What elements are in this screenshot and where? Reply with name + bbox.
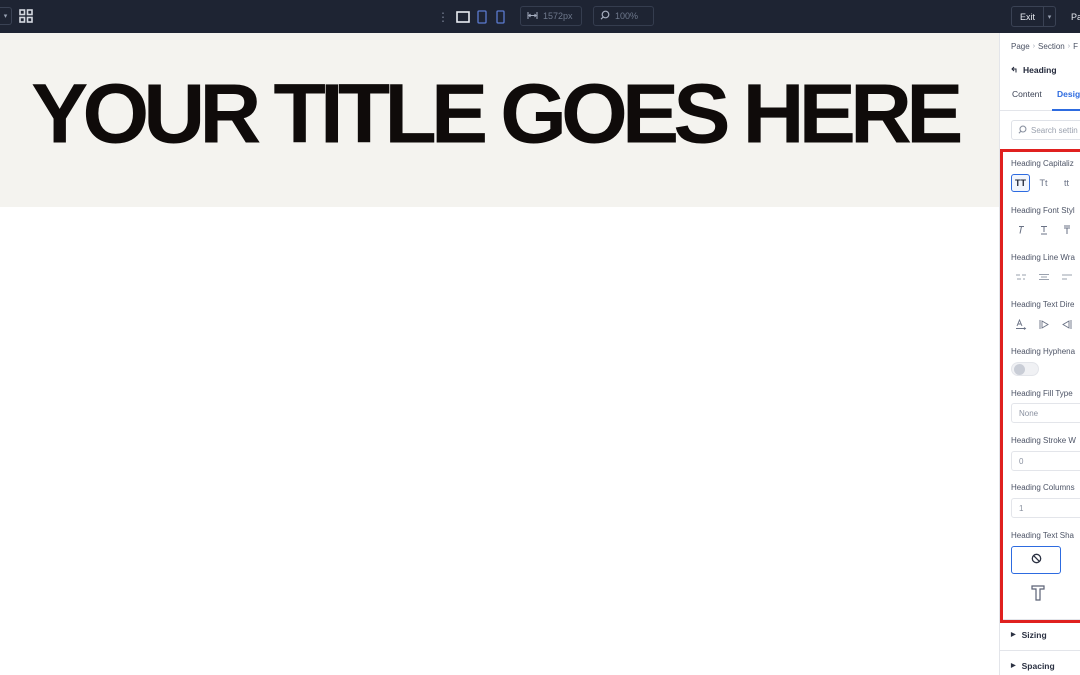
breadcrumb-page[interactable]: Page xyxy=(1011,42,1030,51)
search-placeholder: Search settin xyxy=(1031,125,1078,135)
width-icon xyxy=(527,11,538,22)
exit-dropdown-chevron-icon[interactable]: ▾ xyxy=(1043,6,1056,27)
section-sizing[interactable]: ▶ Sizing xyxy=(1000,619,1080,649)
zoom-value: 100% xyxy=(615,11,639,21)
settings-search-input[interactable]: Search settin xyxy=(1011,120,1080,140)
element-title: Heading xyxy=(1011,65,1057,75)
panel-tabs: Content Desig xyxy=(1000,85,1080,111)
chevron-down-icon[interactable]: ▾ xyxy=(0,7,12,25)
top-toolbar: ▾ ⋮ 1572px 100% Exit ▾ Pa xyxy=(0,0,1080,33)
phone-device-icon[interactable] xyxy=(496,9,505,24)
back-arrow-icon[interactable] xyxy=(1011,65,1018,75)
chevron-right-icon: › xyxy=(1067,43,1071,50)
tablet-device-icon[interactable] xyxy=(477,9,487,24)
canvas-width-field[interactable]: 1572px xyxy=(520,6,582,26)
tab-design[interactable]: Desig xyxy=(1057,89,1080,99)
caret-right-icon: ▶ xyxy=(1011,663,1016,669)
highlight-box xyxy=(1000,149,1080,623)
page-canvas: YOUR TITLE GOES HERE xyxy=(0,33,999,675)
breadcrumb-next[interactable]: F xyxy=(1073,42,1078,51)
desktop-device-icon[interactable] xyxy=(456,9,470,24)
zoom-field[interactable]: 100% xyxy=(593,6,654,26)
active-tab-indicator xyxy=(1052,109,1080,111)
chevron-right-icon: › xyxy=(1032,43,1036,50)
breadcrumb-section[interactable]: Section xyxy=(1038,42,1065,51)
caret-right-icon: ▶ xyxy=(1011,632,1016,638)
grid-icon[interactable] xyxy=(19,9,33,23)
element-title-label: Heading xyxy=(1023,65,1057,75)
publish-button[interactable]: Pa xyxy=(1063,6,1080,27)
exit-button[interactable]: Exit xyxy=(1011,6,1044,27)
hero-heading[interactable]: YOUR TITLE GOES HERE xyxy=(31,72,963,156)
section-spacing[interactable]: ▶ Spacing xyxy=(1000,650,1080,675)
hero-section[interactable]: YOUR TITLE GOES HERE xyxy=(0,33,999,207)
tab-content[interactable]: Content xyxy=(1012,89,1042,99)
breadcrumb: Page › Section › F xyxy=(1011,42,1078,51)
canvas-width-value: 1572px xyxy=(543,11,573,21)
section-spacing-label: Spacing xyxy=(1021,660,1055,671)
more-vertical-icon[interactable]: ⋮ xyxy=(437,9,449,25)
section-sizing-label: Sizing xyxy=(1021,629,1047,640)
search-icon xyxy=(1018,125,1027,136)
zoom-icon xyxy=(600,10,610,22)
